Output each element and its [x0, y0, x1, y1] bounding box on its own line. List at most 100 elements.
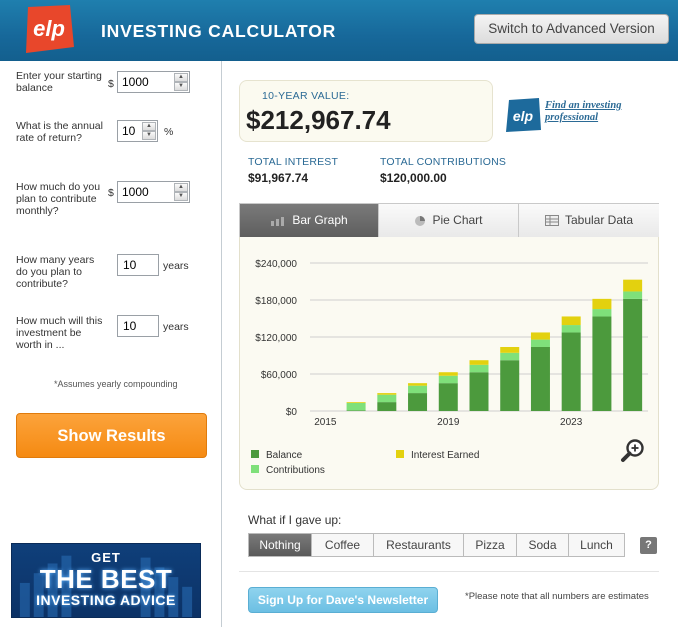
show-results-button[interactable]: Show Results [16, 413, 207, 458]
bar-graph-icon [271, 216, 285, 226]
stepper-up-icon[interactable]: ▲ [174, 73, 188, 82]
starting-balance-prefix: $ [108, 78, 114, 90]
bar-contributions[interactable] [561, 325, 581, 333]
help-icon[interactable]: ? [640, 537, 657, 554]
starting-balance-label: Enter your starting balance [16, 70, 102, 94]
starting-balance-value: 1000 [122, 75, 149, 89]
monthly-input[interactable]: 1000 ▲ ▼ [117, 181, 190, 203]
bar-balance[interactable] [561, 332, 581, 411]
bar-interest-earned[interactable] [500, 346, 520, 353]
starting-balance-input[interactable]: 1000 ▲ ▼ [117, 71, 190, 93]
bar-balance[interactable] [438, 383, 458, 411]
value-summary-box: 10-YEAR VALUE: $212,967.74 [239, 80, 493, 142]
total-interest-value: $91,967.74 [248, 171, 309, 185]
pie-chart-icon [415, 215, 426, 226]
bar-interest-earned[interactable] [469, 360, 489, 365]
rate-input[interactable]: 10 ▲ ▼ [117, 120, 158, 142]
whatif-option-soda[interactable]: Soda [517, 534, 569, 556]
ad-line-2: THE BEST [39, 564, 173, 594]
worth-years-suffix: years [163, 321, 189, 333]
x-tick-label: 2019 [437, 417, 460, 428]
whatif-option-restaurants[interactable]: Restaurants [374, 534, 464, 556]
legend-contributions: Contributions [251, 465, 325, 476]
legend-balance: Balance [251, 450, 302, 461]
legend-interest-label: Interest Earned [411, 450, 480, 461]
whatif-option-lunch[interactable]: Lunch [569, 534, 624, 556]
bar-contributions[interactable] [469, 364, 489, 373]
value-label: 10-YEAR VALUE: [262, 90, 350, 102]
contrib-years-label: How many years do you plan to contribute… [16, 254, 95, 290]
bar-interest-earned[interactable] [530, 332, 550, 340]
stepper-up-icon[interactable]: ▲ [174, 183, 188, 192]
tab-pie-chart-label: Pie Chart [432, 213, 483, 227]
starting-balance-stepper[interactable]: ▲ ▼ [174, 73, 188, 91]
bar-interest-earned[interactable] [438, 372, 458, 376]
stepper-down-icon[interactable]: ▼ [174, 82, 188, 91]
bar-balance[interactable] [408, 393, 428, 411]
bar-interest-earned[interactable] [408, 383, 428, 386]
y-tick-label: $240,000 [255, 259, 297, 270]
elp-logo[interactable]: elp [18, 3, 78, 55]
bar-contributions[interactable] [623, 291, 643, 299]
bar-balance[interactable] [623, 298, 643, 411]
bar-balance[interactable] [592, 316, 612, 411]
contrib-years-input[interactable]: 10 [117, 254, 159, 276]
whatif-label: What if I gave up: [248, 513, 342, 527]
legend-contributions-swatch [251, 465, 259, 473]
estimate-note: *Please note that all numbers are estima… [465, 591, 649, 602]
monthly-value: 1000 [122, 185, 149, 199]
rate-label: What is the annual rate of return? [16, 120, 103, 144]
table-icon [544, 215, 559, 227]
zoom-icon[interactable] [620, 438, 646, 464]
bar-balance[interactable] [500, 360, 520, 411]
bar-balance[interactable] [469, 372, 489, 411]
switch-advanced-button[interactable]: Switch to Advanced Version [474, 14, 669, 44]
bar-interest-earned[interactable] [346, 402, 366, 403]
bar-contributions[interactable] [408, 385, 428, 394]
tab-tabular-data[interactable]: Tabular Data [519, 204, 659, 237]
tab-pie-chart[interactable]: Pie Chart [379, 204, 519, 237]
bar-contributions[interactable] [346, 402, 366, 411]
bar-contributions[interactable] [530, 339, 550, 347]
worth-years-label: How much will this investment be worth i… [16, 315, 103, 351]
legend-balance-label: Balance [266, 450, 303, 461]
monthly-stepper[interactable]: ▲ ▼ [174, 183, 188, 201]
bar-interest-earned[interactable] [377, 393, 397, 395]
x-tick-label: 2015 [314, 417, 337, 428]
results-panel: 10-YEAR VALUE: $212,967.74 elp Find an i… [223, 61, 678, 627]
input-panel: Enter your starting balance $ 1000 ▲ ▼ Wh… [0, 61, 222, 627]
whatif-option-nothing[interactable]: Nothing [249, 534, 312, 556]
legend-interest: Interest Earned [396, 450, 479, 461]
app-title: INVESTING CALCULATOR [101, 21, 337, 41]
find-professional-link[interactable]: Find an investing professional [545, 100, 645, 124]
stepper-up-icon[interactable]: ▲ [142, 122, 156, 131]
bar-interest-earned[interactable] [592, 298, 612, 310]
bar-interest-earned[interactable] [623, 279, 643, 292]
worth-years-input[interactable]: 10 [117, 315, 159, 337]
ad-line-3: INVESTING ADVICE [36, 592, 176, 608]
x-tick-label: 2023 [560, 417, 583, 428]
whatif-option-coffee[interactable]: Coffee [312, 534, 374, 556]
elp-badge-icon[interactable]: elp [504, 97, 542, 133]
bar-interest-earned[interactable] [561, 316, 581, 326]
stepper-down-icon[interactable]: ▼ [142, 131, 156, 140]
y-tick-label: $180,000 [255, 296, 297, 307]
newsletter-signup-button[interactable]: Sign Up for Dave's Newsletter [248, 587, 438, 613]
contrib-years-suffix: years [163, 260, 189, 272]
rate-stepper[interactable]: ▲ ▼ [142, 122, 156, 140]
investing-advice-ad[interactable]: GET THE BEST INVESTING ADVICE [11, 543, 201, 618]
whatif-option-pizza[interactable]: Pizza [464, 534, 517, 556]
stepper-down-icon[interactable]: ▼ [174, 192, 188, 201]
bar-balance[interactable] [530, 346, 550, 411]
rate-value: 10 [122, 124, 136, 138]
compounding-note: *Assumes yearly compounding [54, 379, 178, 389]
value-amount: $212,967.74 [246, 105, 391, 135]
bar-contributions[interactable] [377, 394, 397, 403]
bar-contributions[interactable] [438, 375, 458, 384]
bar-balance[interactable] [346, 410, 366, 411]
tab-bar-graph[interactable]: Bar Graph [240, 204, 379, 237]
bar-balance[interactable] [377, 402, 397, 411]
bar-contributions[interactable] [500, 352, 520, 361]
bar-contributions[interactable] [592, 309, 612, 317]
legend-contributions-label: Contributions [266, 465, 325, 476]
